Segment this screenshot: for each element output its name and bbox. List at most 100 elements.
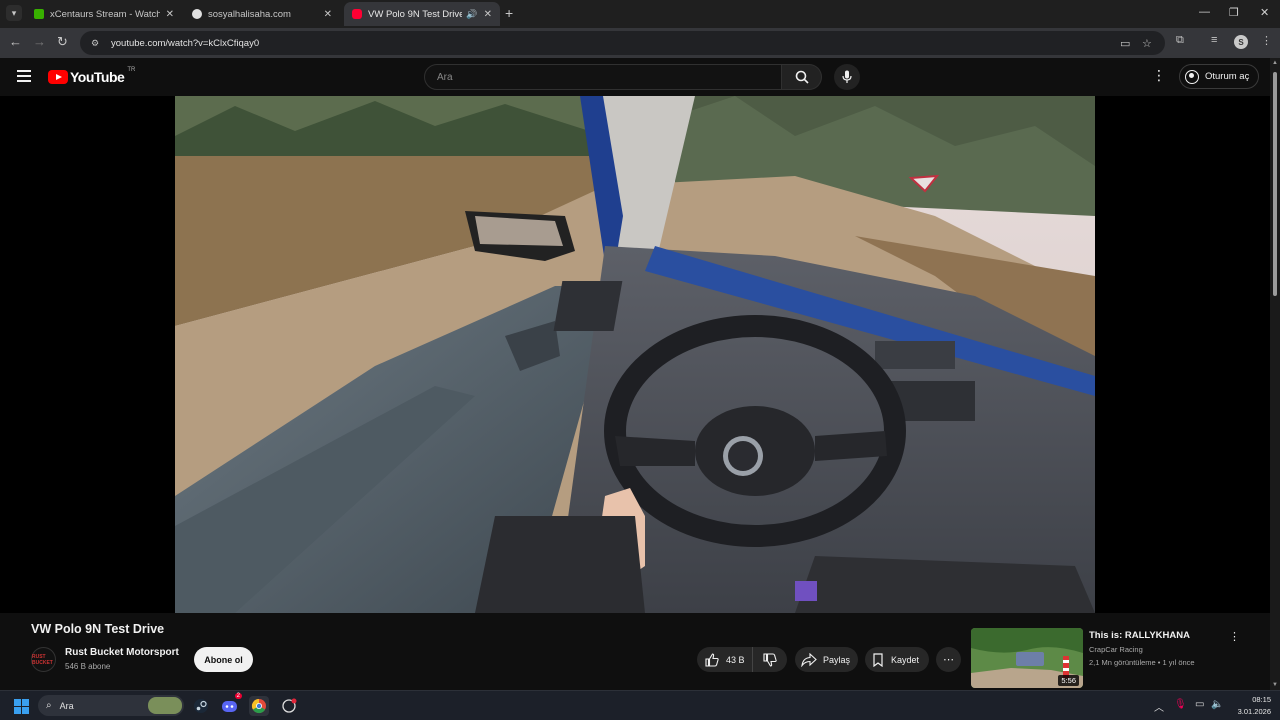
youtube-logo[interactable]: YouTube TR [48,67,136,85]
video-duration: 5:56 [1058,675,1079,686]
bookmark-star-icon[interactable]: ☆ [1142,37,1152,50]
profile-avatar[interactable]: S [1234,35,1248,49]
thumbs-up-icon [705,652,719,667]
page-scrollbar[interactable]: ▲ ▼ [1270,58,1280,690]
reload-button[interactable]: ↻ [57,34,68,50]
recommendation-thumbnail[interactable]: 5:56 [971,628,1083,688]
new-tab-button[interactable]: + [505,5,513,21]
more-actions-button[interactable]: ⋯ [936,647,961,672]
url-text: youtube.com/watch?v=kClxCfiqay0 [111,37,260,49]
tab-youtube-video[interactable]: VW Polo 9N Test Drive - Yo 🔊 ✕ [344,2,500,26]
recommendation-menu-icon[interactable]: ⋮ [1229,630,1240,643]
microphone-in-use-icon[interactable]: 🎙 [1174,699,1187,710]
dislike-button[interactable] [753,647,787,672]
volume-icon[interactable]: 🔈 [1211,699,1223,710]
recommendation-meta: 2,1 Mn görüntüleme • 1 yıl önce [1089,658,1195,667]
tab-xcentaurs[interactable]: xCentaurs Stream - Watch Live ( ✕ [26,2,182,26]
chrome-icon[interactable] [249,696,269,716]
tab-search-button[interactable]: ▾ [6,5,22,21]
like-button[interactable]: 43 B [697,647,753,672]
browser-tab-bar: ▾ xCentaurs Stream - Watch Live ( ✕ sosy… [0,0,1280,28]
close-tab-icon[interactable]: ✕ [166,9,174,20]
minimize-window-icon[interactable]: — [1199,6,1210,18]
windows-taskbar: ⌕ Ara 2 ︿ 🎙 ▭ 🔈 08:15 3.01.2026 [0,690,1280,720]
back-button[interactable]: ← [9,34,22,49]
steam-logo-icon [194,699,208,713]
scroll-up-icon[interactable]: ▲ [1272,60,1278,66]
app-icon[interactable] [279,696,299,716]
extensions-icon[interactable]: ⧉ [1176,34,1184,47]
settings-menu-icon[interactable]: ⋮ [1152,67,1166,84]
youtube-logo-text: YouTube [70,69,125,85]
search-icon: ⌕ [46,700,52,711]
share-label: Paylaş [823,654,851,665]
network-icon[interactable]: ▭ [1195,699,1204,710]
search-box [424,64,782,90]
scrollbar-thumb[interactable] [1273,72,1277,296]
search-input[interactable] [437,71,757,83]
share-button[interactable]: Paylaş [795,647,858,672]
steam-icon[interactable] [191,696,211,716]
tab-label: sosyalhalisaha.com [208,8,291,20]
youtube-header: YouTube TR ⋮ Oturum aç [0,58,1270,96]
discord-icon[interactable]: 2 [220,693,242,716]
youtube-favicon-icon [352,9,362,19]
voice-search-button[interactable] [834,64,860,90]
tab-sosyalhalisaha[interactable]: sosyalhalisaha.com ✕ [184,2,340,26]
tab-label: xCentaurs Stream - Watch Live ( [50,8,160,20]
sosyalhalisaha-favicon-icon [192,9,202,19]
cast-icon[interactable]: ▭ [1120,37,1130,50]
taskbar-clock[interactable]: 08:15 3.01.2026 [1231,694,1271,718]
xcentaurs-favicon-icon [34,9,44,19]
windows-start-icon[interactable] [14,699,29,714]
search-icon [795,70,809,84]
account-icon [1185,69,1199,84]
close-tab-icon[interactable]: ✕ [484,9,492,20]
signin-label: Oturum aç [1205,71,1250,82]
video-player[interactable] [0,96,1270,613]
chrome-logo-icon [251,698,266,714]
show-hidden-icons[interactable]: ︿ [1154,699,1164,714]
bookmark-icon [873,652,883,667]
channel-name[interactable]: Rust Bucket Motorsport [65,647,179,658]
video-frame-image [175,96,1095,613]
scroll-down-icon[interactable]: ▼ [1272,682,1278,688]
address-bar[interactable]: ⚙ youtube.com/watch?v=kClxCfiqay0 ▭ ☆ [80,31,1165,55]
microphone-icon [842,70,852,83]
taskbar-search-label: Ara [59,700,74,711]
recommendation-channel[interactable]: CrapCar Racing [1089,645,1143,654]
subscribe-button[interactable]: Abone ol [194,647,253,672]
taskbar-search[interactable]: ⌕ Ara [38,695,184,716]
restore-window-icon[interactable]: ❐ [1229,6,1239,19]
signin-button[interactable]: Oturum aç [1179,64,1259,89]
hamburger-menu-icon[interactable] [17,70,31,82]
channel-avatar[interactable]: RUST BUCKET [31,647,56,672]
search-button[interactable] [782,64,822,90]
share-icon [801,652,817,667]
discord-notification-badge: 2 [234,693,242,699]
like-count: 43 B [726,654,745,665]
forward-button[interactable]: → [33,34,46,49]
site-info-icon[interactable]: ⚙ [88,36,102,50]
video-frame[interactable] [175,96,1095,613]
close-window-icon[interactable]: ✕ [1260,6,1269,19]
save-label: Kaydet [891,654,920,665]
audio-playing-icon[interactable]: 🔊 [466,9,477,20]
youtube-play-icon [48,70,68,84]
search-highlight-image [148,697,182,714]
tab-label: VW Polo 9N Test Drive - Yo [368,8,463,20]
app-logo-icon [282,698,297,713]
discord-logo-icon [222,701,237,712]
thumbs-down-icon [763,652,777,667]
recommendation-title[interactable]: This is: RALLYKHANA [1089,630,1190,641]
browser-menu-icon[interactable]: ⋮ [1261,34,1272,47]
video-title: VW Polo 9N Test Drive [31,622,165,636]
browser-toolbar: ← → ↻ ⚙ youtube.com/watch?v=kClxCfiqay0 … [0,28,1280,58]
like-dislike-group: 43 B [697,647,787,672]
clock-time: 08:15 [1252,695,1271,704]
save-button[interactable]: Kaydet [865,647,929,672]
clock-date: 3.01.2026 [1237,707,1271,716]
media-controls-icon[interactable]: ≡ [1211,34,1217,46]
close-tab-icon[interactable]: ✕ [324,9,332,20]
country-code: TR [127,67,136,73]
